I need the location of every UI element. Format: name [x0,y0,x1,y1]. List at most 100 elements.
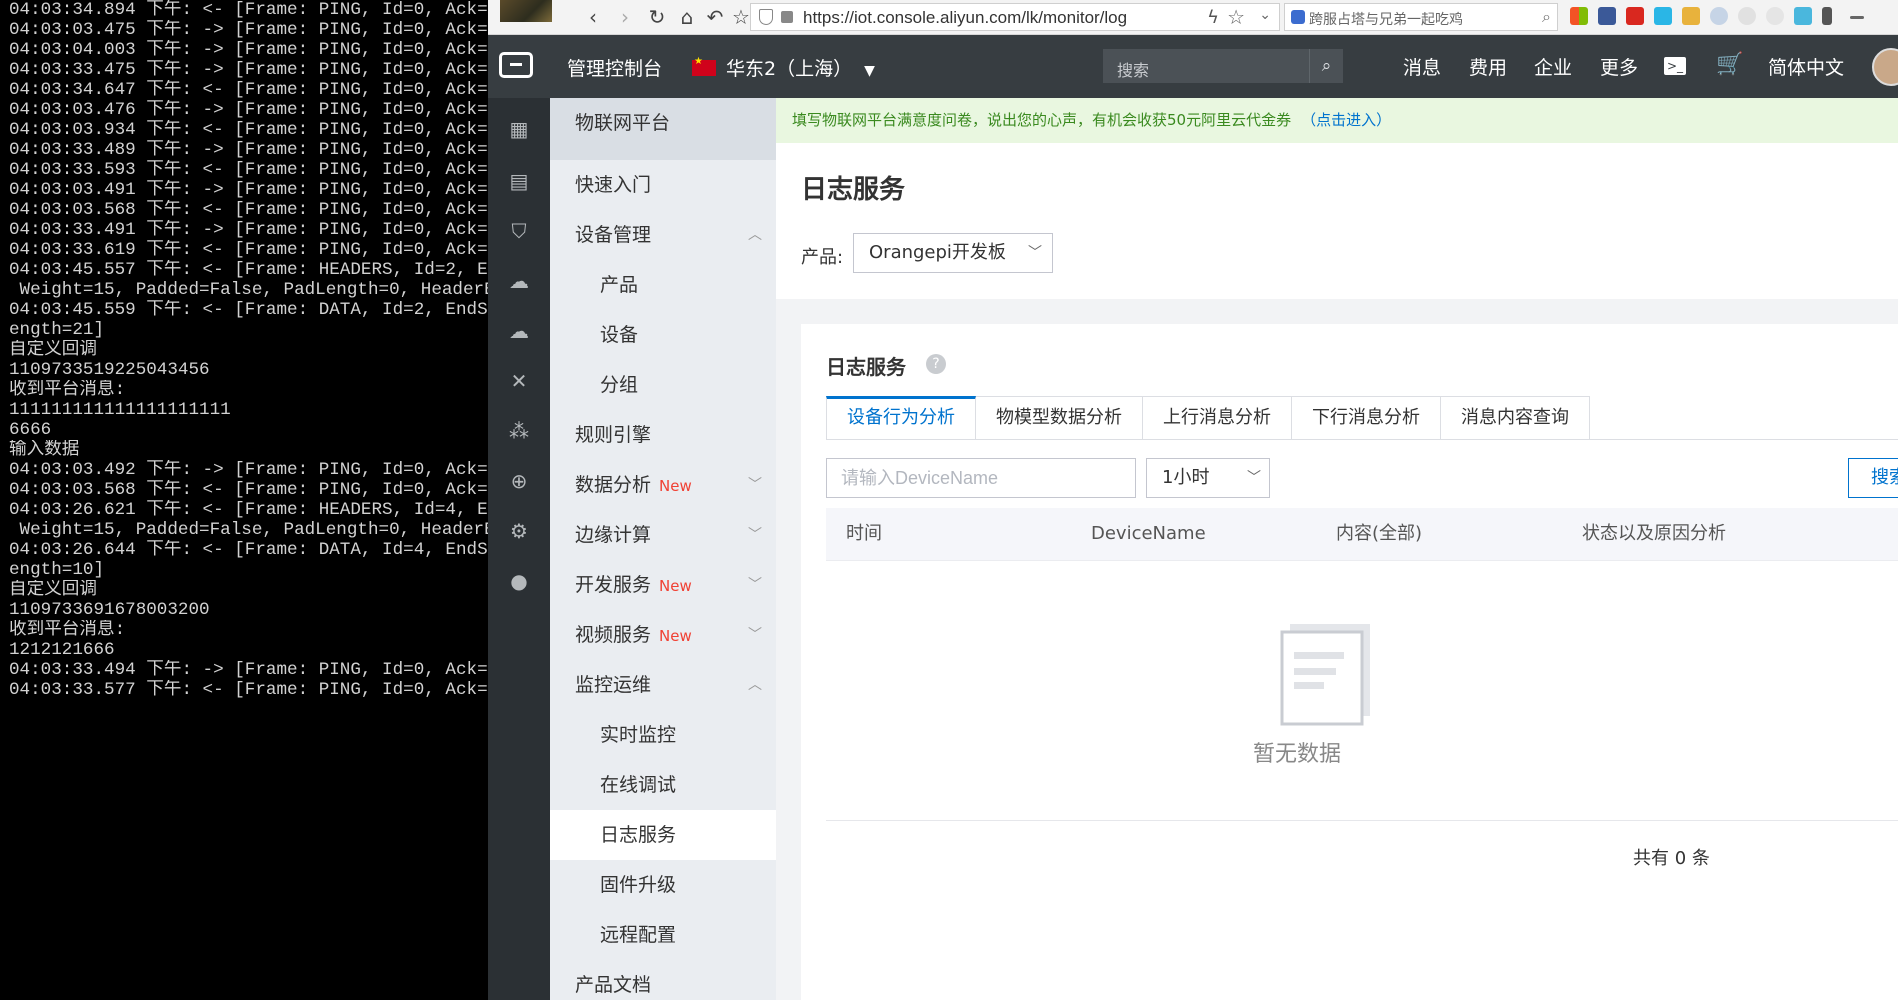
help-icon[interactable]: ? [926,354,946,374]
address-bar[interactable]: https://iot.console.aliyun.com/lk/monito… [750,3,1280,31]
chevron-down-icon: ﹀ [748,527,762,543]
browser-search-box[interactable]: 跨服占塔与兄弟一起吃鸡 ⌕ [1284,3,1558,31]
table-header: 时间 DeviceName 内容(全部) 状态以及原因分析 [826,508,1898,561]
column-status: 状态以及原因分析 [1582,523,1726,544]
notice-link[interactable]: （点击进入） [1301,111,1391,129]
extension-cdn-icon[interactable] [1738,7,1756,25]
apps-grid-icon[interactable]: ▦ [508,118,530,140]
menu-firmware-upgrade[interactable]: 固件升级 [550,860,776,910]
menu-product[interactable]: 产品 [550,260,776,310]
extension-grid-icon[interactable] [1570,7,1588,25]
region-selector[interactable]: 华东2（上海） ▼ [692,54,875,81]
favorite-star-icon[interactable]: ☆ [1227,5,1245,29]
undo-icon[interactable]: ↶ [702,4,728,30]
nav-enterprise[interactable]: 企业 [1534,53,1572,80]
column-device-name: DeviceName [1091,523,1206,544]
menu-edge-computing[interactable]: 边缘计算 ﹀ [550,510,776,560]
console-search-placeholder[interactable]: 搜索 [1117,57,1149,81]
tab-message-query[interactable]: 消息内容查询 [1441,396,1590,440]
terminal-line: 111111111111111111111 [9,400,231,420]
menu-device[interactable]: 设备 [550,310,776,360]
avatar[interactable] [1872,48,1898,86]
nav-more[interactable]: 更多 [1600,53,1638,80]
chevron-down-icon: ﹀ [748,477,762,493]
tab-device-behavior[interactable]: 设备行为分析 [826,396,976,440]
forward-icon[interactable]: › [612,4,638,30]
chevron-down-icon: ﹀ [1247,470,1261,486]
tab-thing-model-data[interactable]: 物模型数据分析 [976,396,1143,440]
menu-rule-engine[interactable]: 规则引擎 [550,410,776,460]
reload-icon[interactable]: ↻ [644,4,670,30]
menu-video-service[interactable]: 视频服务 New ﹀ [550,610,776,660]
nav-messages[interactable]: 消息 [1403,53,1441,80]
menu-monitoring[interactable]: 监控运维 ︿ [550,660,776,710]
server-icon[interactable]: ▤ [508,170,530,192]
console-search[interactable]: 搜索 ⌕ [1103,49,1343,83]
menu-label: 固件升级 [600,874,677,896]
extension-folder-icon[interactable] [1682,7,1700,25]
menu-group[interactable]: 分组 [550,360,776,410]
extension-cloud-icon[interactable] [1710,7,1728,25]
menu-data-analysis[interactable]: 数据分析 New ﹀ [550,460,776,510]
menu-quick-start[interactable]: 快速入门 [550,160,776,210]
browser-search-text[interactable]: 跨服占塔与兄弟一起吃鸡 [1309,9,1463,29]
time-range-value: 1小时 [1162,467,1210,488]
menu-online-debug[interactable]: 在线调试 [550,760,776,810]
nav-billing[interactable]: 费用 [1469,53,1507,80]
chevron-down-icon[interactable]: ⌄ [1259,7,1271,23]
tab-downstream-messages[interactable]: 下行消息分析 [1292,396,1441,440]
network-icon[interactable]: ⁂ [508,420,530,442]
home-icon[interactable]: ⌂ [674,4,700,30]
terminal-line: 04:03:45.559 下午: <- [Frame: DATA, Id=2, … [9,300,488,320]
tab-thumbnail[interactable] [500,0,552,22]
search-icon[interactable]: ⌕ [1309,49,1343,83]
terminal-line: 04:03:34.647 下午: <- [Frame: PING, Id=0, … [9,80,488,100]
menu-remote-config[interactable]: 远程配置 [550,910,776,960]
extension-translate-icon[interactable] [1794,7,1812,25]
menu-realtime-monitor[interactable]: 实时监控 [550,710,776,760]
device-name-input[interactable] [827,459,1135,497]
caret-down-icon: ▼ [864,63,875,79]
extension-red-icon[interactable] [1626,7,1644,25]
tools-icon[interactable]: ✕ [508,370,530,392]
circle-icon[interactable]: ● [508,570,530,592]
time-range-select[interactable]: 1小时 ﹀ [1146,458,1270,498]
new-badge: New [659,627,692,645]
terminal-line: ength=21] [9,320,105,340]
side-menu-header: 物联网平台 [550,98,776,160]
product-select[interactable]: Orangepi开发板 ﹀ [853,233,1053,273]
browser-toolbar: ‹ › ↻ ⌂ ↶ ☆ https://iot.console.aliyun.c… [488,0,1898,35]
cloud-upload-icon[interactable]: ☁ [508,320,530,342]
terminal-line: 收到平台消息: [9,620,126,640]
extension-cube-icon[interactable] [1598,7,1616,25]
console-title[interactable]: 管理控制台 [567,54,662,81]
menu-dev-service[interactable]: 开发服务 New ﹀ [550,560,776,610]
menu-icon[interactable] [1850,16,1864,19]
globe-icon[interactable]: ⊕ [508,470,530,492]
back-icon[interactable]: ‹ [580,4,606,30]
terminal-icon[interactable]: >_ [1664,57,1686,75]
language-switch[interactable]: 简体中文 [1768,53,1844,80]
extension-ip-icon[interactable] [1654,7,1672,25]
aliyun-logo-icon[interactable] [499,52,533,78]
url-text[interactable]: https://iot.console.aliyun.com/lk/monito… [803,8,1127,28]
tab-upstream-messages[interactable]: 上行消息分析 [1143,396,1292,440]
settings-cloud-icon[interactable]: ⚙ [508,520,530,542]
terminal-line: Weight=15, Padded=False, PadLength=0, He… [9,280,488,300]
terminal-line: 04:03:34.894 下午: <- [Frame: PING, Id=0, … [9,0,488,20]
menu-device-management[interactable]: 设备管理 ︿ [550,210,776,260]
product-icon-sidebar: ▦ ▤ ⛉ ☁ ☁ ✕ ⁂ ⊕ ⚙ ● [488,98,550,1000]
log-tabs: 设备行为分析 物模型数据分析 上行消息分析 下行消息分析 消息内容查询 [826,396,1590,440]
extension-download-icon[interactable] [1822,7,1832,25]
shield-icon [759,9,773,25]
cloud-icon[interactable]: ☁ [508,270,530,292]
shield-product-icon[interactable]: ⛉ [508,220,530,242]
extension-c-icon[interactable] [1766,7,1784,25]
cart-icon[interactable]: 🛒 [1716,52,1743,77]
menu-product-docs[interactable]: 产品文档 [550,960,776,1000]
menu-log-service[interactable]: 日志服务 [550,810,776,860]
search-icon[interactable]: ⌕ [1542,7,1551,27]
search-button[interactable]: 搜索 [1848,458,1898,498]
lightning-icon[interactable]: ϟ [1207,7,1219,28]
terminal-line: 收到平台消息: [9,380,126,400]
